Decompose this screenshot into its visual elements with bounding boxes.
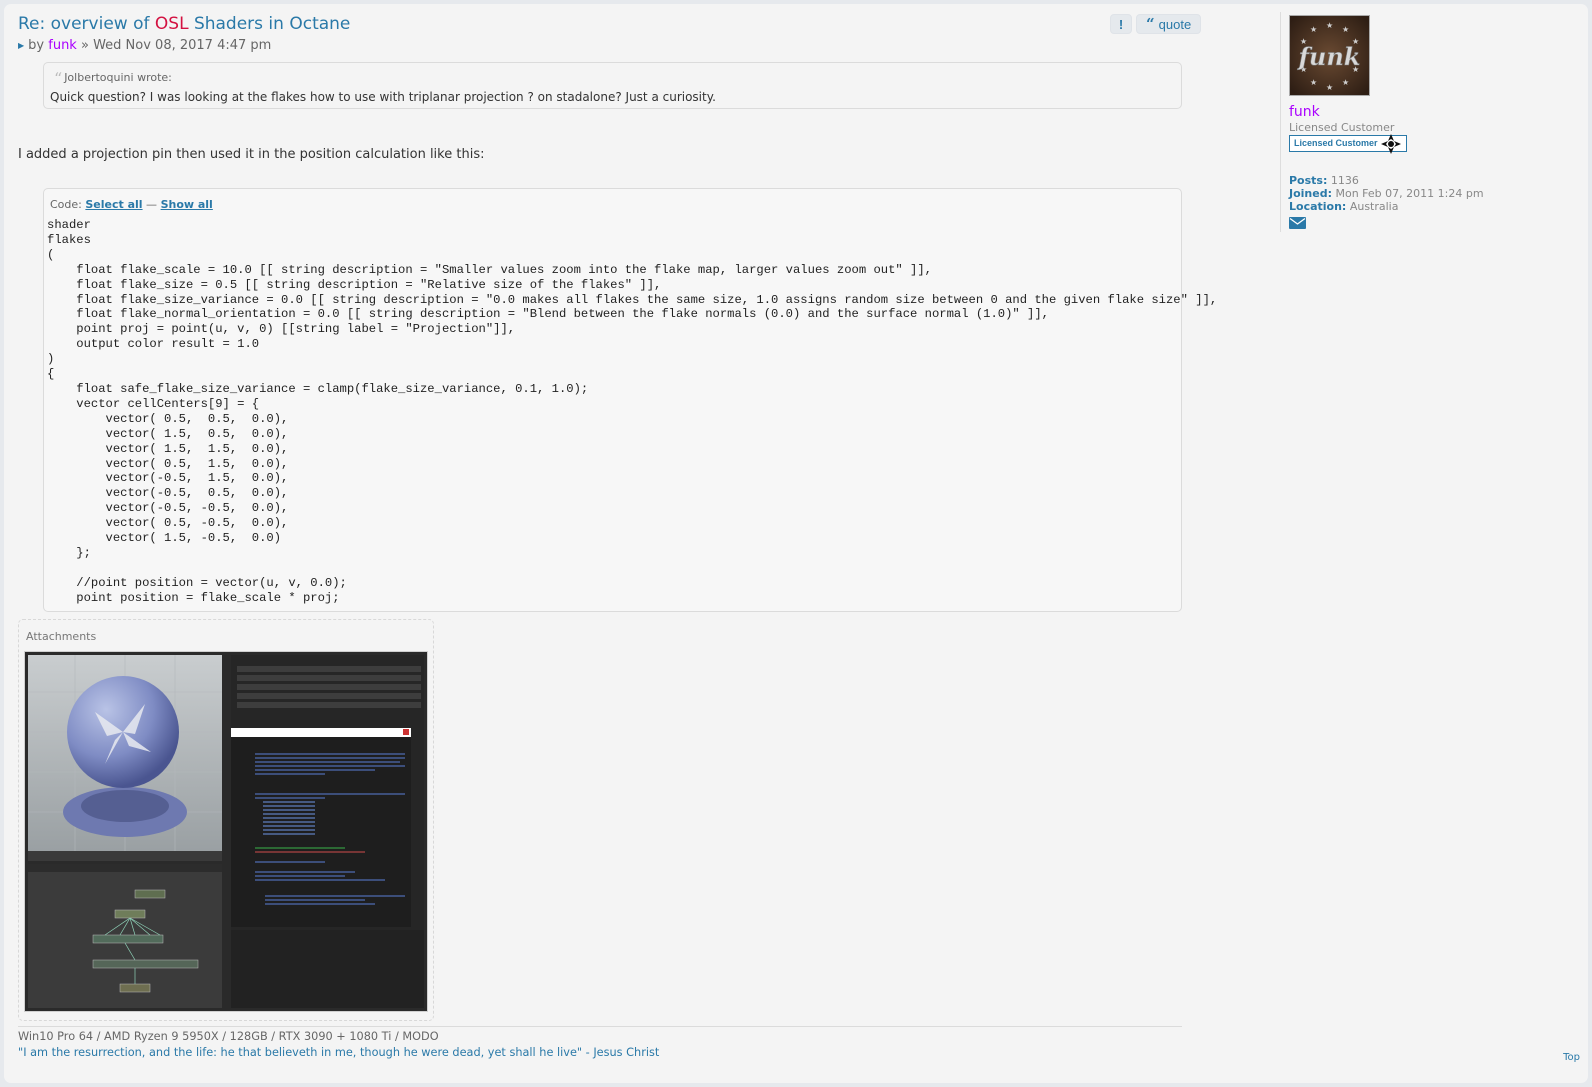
profile-username[interactable]: funk [1289, 104, 1320, 120]
report-icon: ! [1118, 16, 1124, 32]
email-icon[interactable] [1289, 216, 1306, 234]
by-label: by [28, 38, 45, 53]
joined-label: Joined: [1289, 187, 1332, 200]
quote-block: “Jolbertoquini wrote: Quick question? I … [43, 62, 1182, 109]
posts-value[interactable]: 1136 [1327, 174, 1359, 187]
svg-text:★: ★ [1342, 25, 1349, 34]
title-highlight: OSL [154, 14, 189, 34]
posts-label: Posts: [1289, 174, 1328, 187]
author-profile: ★ ★ ★ ★ ★ ★ ★ ★ ★ ★ funk funk Licensed Custome… [1280, 12, 1581, 232]
code-header: Code: Select all — Show all [50, 198, 213, 211]
quote-text: Quick question? I was looking at the fla… [50, 90, 716, 104]
attachment-image[interactable] [24, 651, 428, 1012]
location-label: Location: [1289, 200, 1347, 213]
title-prefix: Re: overview of [18, 14, 155, 34]
code-separator: — [142, 198, 161, 211]
show-all-link[interactable]: Show all [161, 198, 213, 211]
svg-text:★: ★ [1326, 21, 1333, 30]
post-author-line: ▶ by funk » Wed Nov 08, 2017 4:47 pm [18, 38, 271, 53]
code-label: Code: [50, 198, 86, 211]
location-value: Australia [1346, 200, 1399, 213]
quote-button[interactable]: “ quote [1136, 14, 1202, 34]
attachment-screenshot-thumbnail [25, 652, 427, 1011]
report-button[interactable]: ! [1110, 14, 1132, 34]
avatar-text: funk [1297, 42, 1361, 71]
signature-specs: Win10 Pro 64 / AMD Ryzen 9 5950X / 128GB… [18, 1030, 439, 1043]
svg-text:★: ★ [1310, 25, 1317, 34]
title-suffix: Shaders in Octane [188, 14, 351, 34]
profile-joined: Joined: Mon Feb 07, 2011 1:24 pm [1289, 187, 1484, 200]
avatar-image: ★ ★★ ★★★ ★★★ ★ funk [1290, 16, 1369, 95]
code-block: Code: Select all — Show all shader flake… [43, 188, 1217, 612]
signature-quote: "I am the resurrection, and the life: he… [18, 1046, 660, 1059]
post-actions: ! “ quote [1110, 14, 1202, 34]
post-date: » Wed Nov 08, 2017 4:47 pm [80, 38, 272, 53]
svg-text:★: ★ [1326, 83, 1333, 92]
post-body-text: I added a projection pin then used it in… [18, 147, 485, 162]
signature-separator [18, 1026, 1182, 1027]
quote-mark-icon: “ [54, 69, 63, 88]
select-all-link[interactable]: Select all [85, 198, 142, 211]
profile-location: Location: Australia [1289, 200, 1484, 213]
post-title[interactable]: Re: overview of OSL Shaders in Octane [18, 14, 350, 34]
rank-badge-text: Licensed Customer [1294, 138, 1378, 148]
attachments-box: Attachments [18, 619, 434, 1021]
back-to-top-link[interactable]: Top [1563, 1052, 1580, 1063]
quote-cite: “Jolbertoquini wrote: [54, 71, 172, 87]
quote-button-label: quote [1158, 16, 1192, 32]
octane-logo-icon [1381, 134, 1401, 154]
profile-rank: Licensed Customer [1289, 121, 1395, 134]
code-content: shader flakes ( float flake_scale = 10.0… [47, 218, 1218, 605]
svg-text:★: ★ [1310, 78, 1317, 87]
post-container: Re: overview of OSL Shaders in Octane ! … [4, 4, 1588, 1083]
attachments-label: Attachments [26, 630, 97, 643]
quote-cite-text: Jolbertoquini wrote: [64, 71, 172, 84]
joined-value: Mon Feb 07, 2011 1:24 pm [1332, 187, 1484, 200]
svg-text:★: ★ [1342, 78, 1349, 87]
email-icon-svg [1289, 217, 1306, 229]
profile-stats: Posts: 1136 Joined: Mon Feb 07, 2011 1:2… [1289, 174, 1484, 213]
rank-badge: Licensed Customer [1289, 134, 1407, 154]
profile-posts: Posts: 1136 [1289, 174, 1484, 187]
quote-icon: “ [1146, 15, 1155, 33]
avatar[interactable]: ★ ★ ★ ★ ★ ★ ★ ★ ★ ★ funk [1289, 15, 1370, 96]
post-arrow-icon[interactable]: ▶ [18, 41, 24, 50]
author-link[interactable]: funk [48, 38, 77, 53]
